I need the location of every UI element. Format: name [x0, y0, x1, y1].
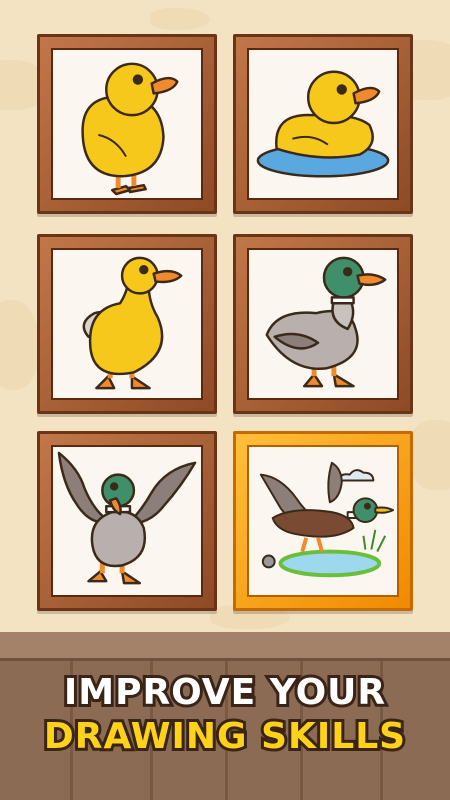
level-canvas — [247, 248, 399, 400]
level-card-4[interactable] — [233, 234, 413, 414]
level-canvas — [51, 445, 203, 597]
level-canvas — [51, 48, 203, 200]
level-card-6-selected[interactable] — [233, 431, 413, 611]
level-canvas — [51, 248, 203, 400]
yellow-duckling-icon — [81, 62, 179, 196]
mallard-landing-pond-icon — [259, 461, 395, 578]
flying-mallard-duck-icon — [57, 451, 197, 585]
level-card-3[interactable] — [37, 234, 217, 414]
floating-rubber-duck-icon — [256, 70, 390, 178]
level-canvas — [247, 445, 399, 597]
level-canvas — [247, 48, 399, 200]
level-card-5[interactable] — [37, 431, 217, 611]
yellow-duck-standing-icon — [82, 256, 183, 390]
caption-line-1: IMPROVE YOUR — [61, 669, 388, 716]
mallard-duck-icon — [265, 256, 387, 388]
caption-line-2: DRAWING SKILLS — [41, 713, 408, 760]
level-card-1[interactable] — [37, 34, 217, 214]
level-card-2[interactable] — [233, 34, 413, 214]
floor-baseboard — [0, 632, 450, 661]
